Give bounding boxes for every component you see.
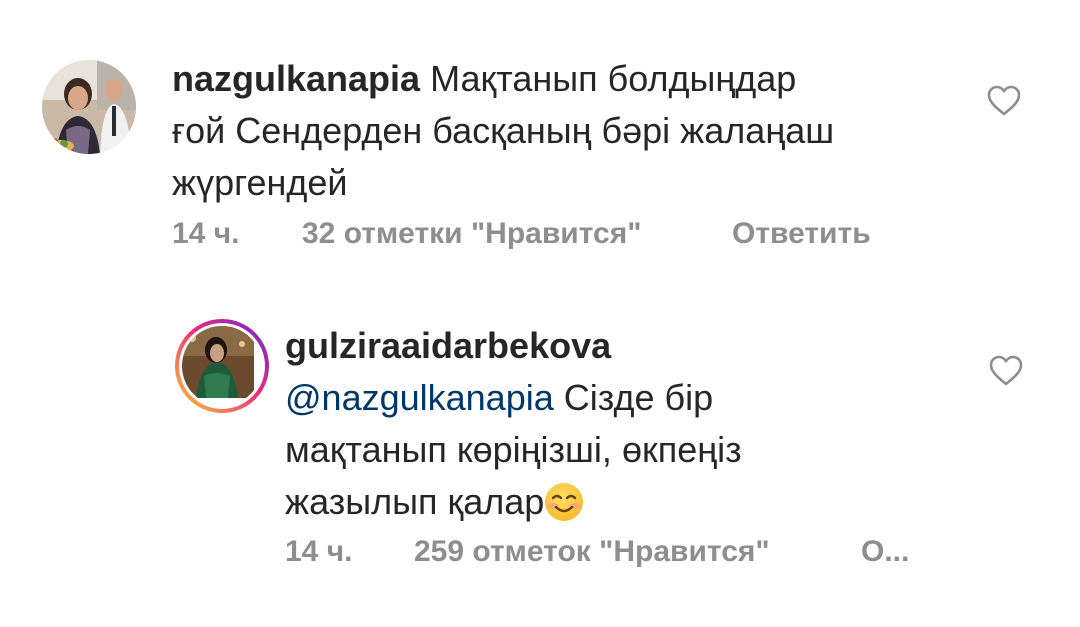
reply-button[interactable]: Ответить xyxy=(732,217,871,251)
avatar-photo xyxy=(182,326,254,398)
avatar[interactable] xyxy=(42,60,136,154)
comment-text-line: ғой Сендерден басқаның бәрі жалаңаш xyxy=(172,110,835,151)
comment-text: nazgulkanapia Мақтанып болдыңдар ғой Сен… xyxy=(172,53,952,209)
likes-count-link[interactable]: 259 отметок "Нравится" xyxy=(414,535,770,569)
comment-meta: 14 ч. 32 отметки "Нравится" Ответить xyxy=(172,217,952,253)
comment-username[interactable]: nazgulkanapia xyxy=(172,58,420,99)
heart-icon[interactable] xyxy=(987,85,1021,117)
comment-username[interactable]: gulziraaidarbekova xyxy=(285,320,965,372)
comment-meta: 14 ч. 259 отметок "Нравится" О... xyxy=(285,535,985,571)
comment-text: gulziraaidarbekova @nazgulkanapia Сізде … xyxy=(285,320,965,528)
avatar[interactable] xyxy=(175,319,269,413)
heart-icon[interactable] xyxy=(989,355,1023,387)
avatar-photo xyxy=(42,60,136,154)
smiling-face-emoji-icon xyxy=(545,483,584,521)
comment-text-line: Сізде бір xyxy=(553,377,714,418)
reply-button[interactable]: О... xyxy=(861,535,909,569)
likes-count-link[interactable]: 32 отметки "Нравится" xyxy=(302,217,641,251)
comment-text-line: жазылып қалар xyxy=(285,481,545,522)
comment-text-line: жүргендей xyxy=(172,162,348,203)
comment-time: 14 ч. xyxy=(285,535,353,568)
comment-time: 14 ч. xyxy=(172,217,240,250)
comment-text-line: мақтанып көріңізші, өкпеңіз xyxy=(285,429,742,470)
mention-link[interactable]: @nazgulkanapia xyxy=(285,377,554,418)
comment-text-line: Мақтанып болдыңдар xyxy=(430,58,797,99)
